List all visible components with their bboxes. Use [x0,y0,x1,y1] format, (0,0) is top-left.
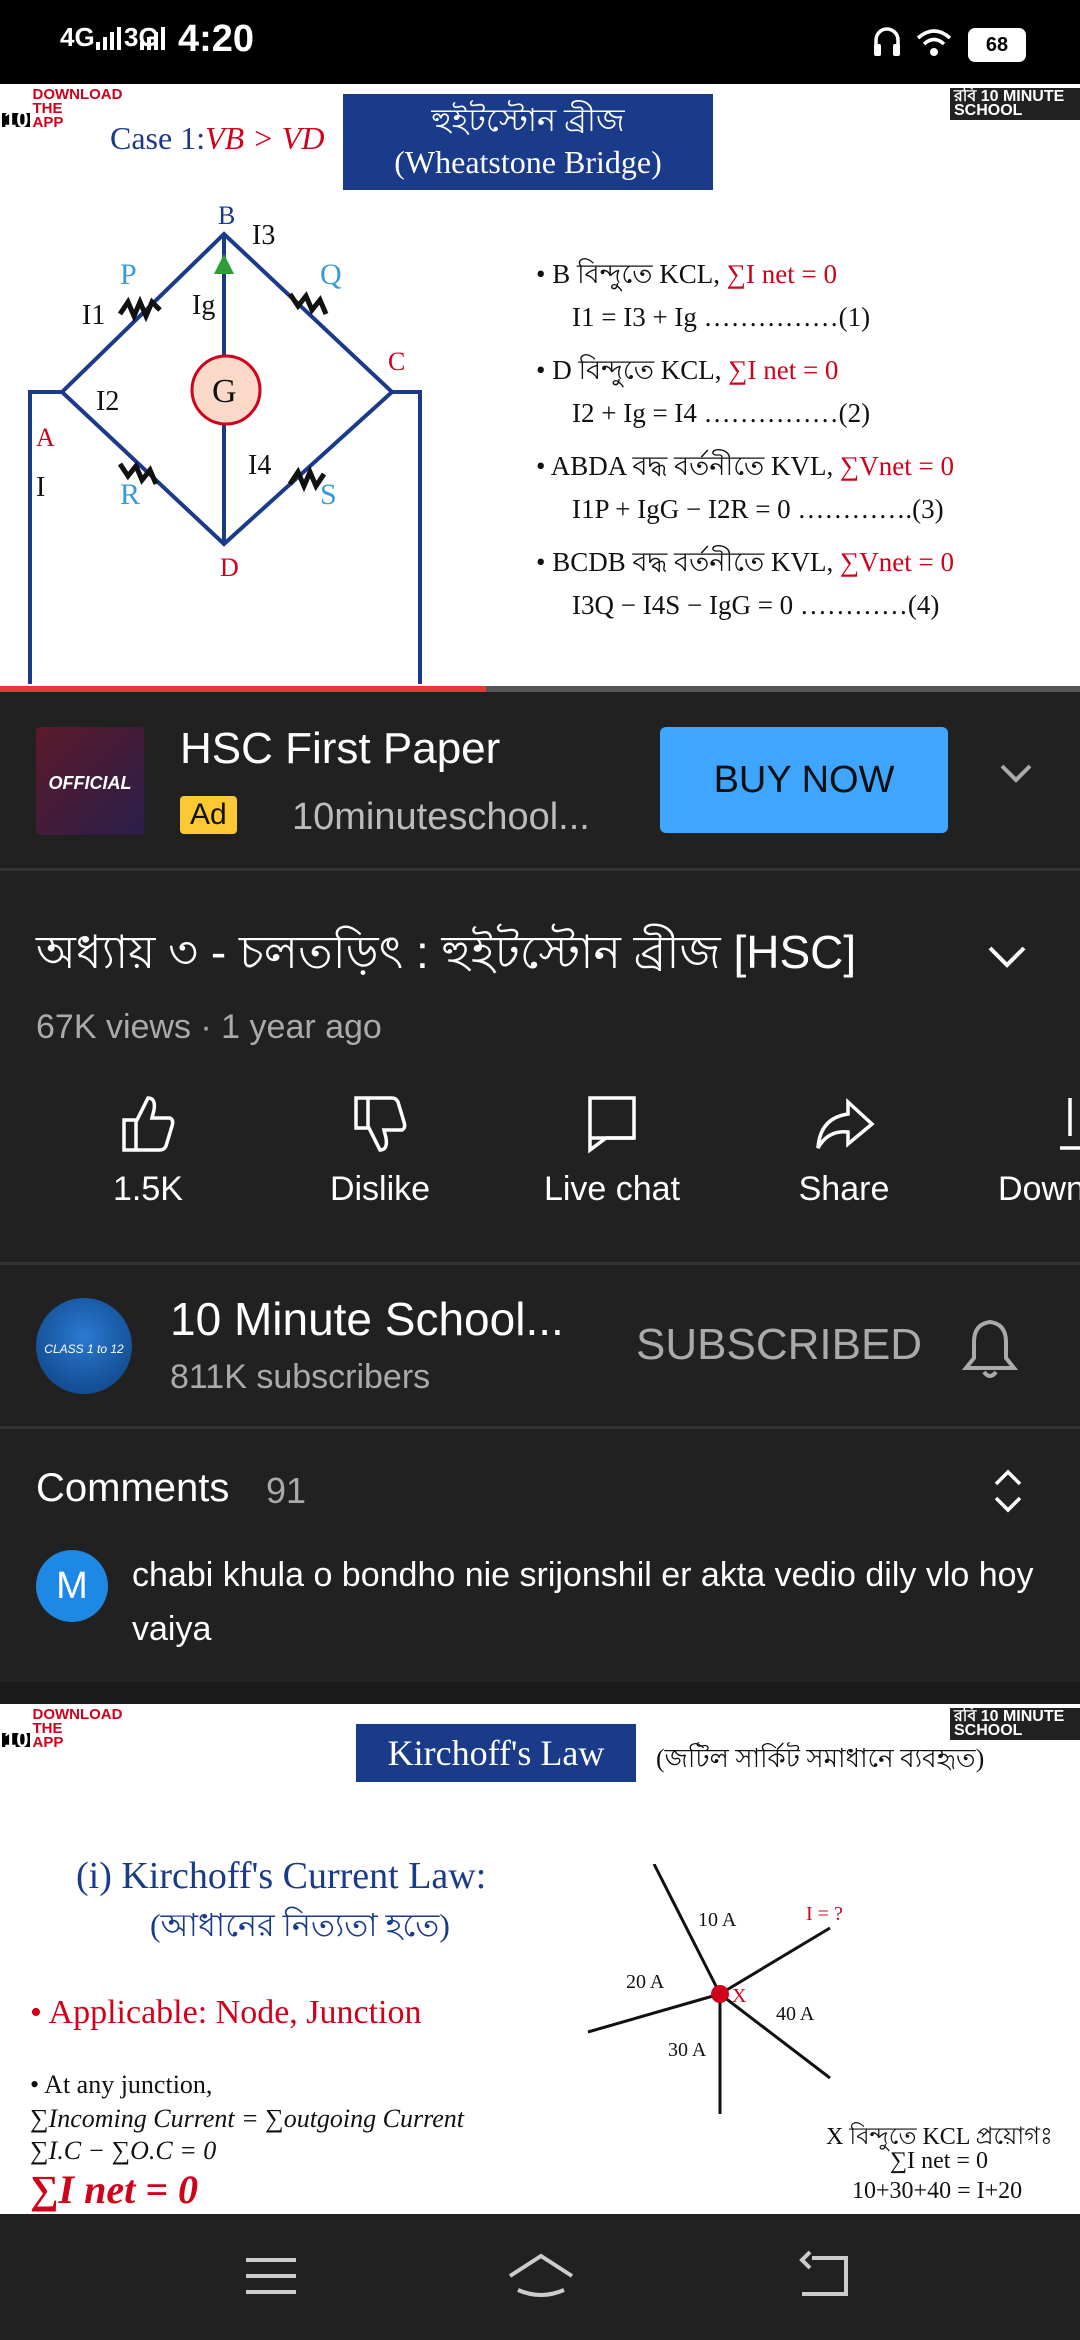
ad-title[interactable]: HSC First Paper [180,724,500,774]
current-10a-label: 10 A [698,1909,737,1931]
channel-avatar[interactable]: CLASS 1 to 12 [36,1298,132,1394]
applicable-line: • Applicable: Node, Junction [30,1994,422,2031]
formula-incoming-outgoing: ∑Incoming Current = ∑outgoing Current [30,2104,465,2133]
current-i1-label: I1 [82,300,105,331]
current-40a-label: 40 A [776,2003,815,2025]
channel-name[interactable]: 10 Minute School... [170,1292,564,1346]
slide-title: Kirchoff's Law [356,1724,636,1782]
menu-icon[interactable] [244,2254,298,2303]
headphones-icon [872,24,902,63]
node-d-label: D [220,553,239,582]
next-video-thumbnail[interactable]: 10DOWNLOAD THE APP রবি 10 MINUTE SCHOOL … [0,1704,1080,2214]
dislike-button[interactable]: Dislike [280,1092,480,1209]
comment-text[interactable]: chabi khula o bondho nie srijonshil er a… [132,1548,1042,1656]
video-meta: 67K views · 1 year ago [36,1008,382,1046]
live-chat-icon [588,1096,636,1154]
subscribed-button[interactable]: SUBSCRIBED [636,1320,922,1370]
current-i-label: I [36,472,45,503]
video-title[interactable]: অধ্যায় ৩ - চলতড়িৎ : হুইটস্টোন ব্রীজ [H… [36,920,966,984]
download-app-badge: 10DOWNLOAD THE APP [2,1706,123,1752]
expand-comments-icon[interactable] [990,1466,1026,1521]
equation-line: • BCDB বদ্ধ বর্তনীতে KVL, ∑Vnet = 0 [536,547,955,577]
resistor-r-label: R [120,478,140,511]
formula-ic-oc: ∑I.C − ∑O.C = 0 [30,2136,217,2165]
battery-indicator: 68 [968,28,1026,62]
expand-description-icon[interactable] [986,936,1028,983]
current-ig-label: Ig [192,290,215,321]
kcl-formula: ∑I net = 0 [890,2148,988,2174]
equation-line: I1P + IgG − I2R = 0 ………….(3) [572,494,944,524]
subscriber-count: 811K subscribers [170,1358,431,1396]
notification-bell-icon[interactable] [960,1316,1020,1387]
current-20a-label: 20 A [626,1971,665,1993]
download-app-badge: 10DOWNLOAD THE APP [2,86,123,132]
wifi-icon [914,26,954,63]
current-30a-label: 30 A [668,2039,707,2061]
node-b-label: B [218,201,235,230]
slide-title: হুইটস্টোন ব্রীজ (Wheatstone Bridge) [343,94,713,190]
brand-logo: রবি 10 MINUTE SCHOOL [950,88,1080,120]
equation-line: I2 + Ig = I4 ……………(2) [572,398,871,428]
junction-line: • At any junction, [30,2070,213,2099]
wheatstone-circuit-diagram: B A C D P Q R S I3 I1 Ig I2 I4 I G [28,201,422,684]
live-chat-button[interactable]: Live chat [512,1092,712,1209]
equations-list: • B বিন্দুতে KCL, ∑I net = 0 I1 = I3 + I… [536,254,1076,638]
video-player[interactable]: 10DOWNLOAD THE APP রবি 10 MINUTE SCHOOL … [0,84,1080,692]
ad-banner[interactable]: OFFICIAL HSC First Paper Ad 10minutescho… [0,692,1080,870]
system-navigation-bar [0,2214,1080,2340]
divider [0,1682,1080,1704]
resistor-p-label: P [120,258,137,291]
divider [0,1426,1080,1429]
like-icon [122,1096,175,1152]
download-button[interactable]: Down [976,1092,1080,1209]
junction-x-label: X [732,1985,747,2007]
comments-title[interactable]: Comments [36,1466,229,1511]
divider [0,1262,1080,1265]
node-c-label: C [388,347,405,376]
signal-icon [96,26,122,55]
ad-thumbnail[interactable]: OFFICIAL [36,727,144,835]
resistor-q-label: Q [320,258,342,291]
clock: 4:20 [178,18,255,60]
current-i2-label: I2 [96,386,119,417]
back-icon[interactable] [796,2250,850,2305]
resistor-s-label: S [320,478,337,511]
chevron-down-icon[interactable] [996,754,1036,794]
equation-line: • B বিন্দুতে KCL, ∑I net = 0 [536,259,837,289]
status-bar: 4G 3G 4:20 68 [0,0,1080,84]
kcl-heading-bn: (আধানের নিত্যতা হতে) [150,1907,450,1943]
equation-line: • D বিন্দুতে KCL, ∑I net = 0 [536,355,839,385]
equation-line: I3Q − I4S − IgG = 0 …………(4) [572,590,940,620]
brand-logo: রবি 10 MINUTE SCHOOL [950,1708,1080,1740]
like-button[interactable]: 1.5K [48,1092,248,1209]
slide-subtitle: (জটিল সার্কিট সমাধানে ব্যবহৃত) [656,1744,985,1773]
case-label: Case 1:VB > VD [110,120,325,156]
comments-count: 91 [266,1470,307,1511]
current-unknown-label: I = ? [806,1903,843,1925]
signal-icon-2 [140,26,166,55]
equation-line: I1 = I3 + Ig ……………(1) [572,302,871,332]
download-icon [1060,1098,1080,1150]
divider [0,868,1080,871]
current-i3-label: I3 [252,220,275,251]
home-icon[interactable] [506,2250,576,2305]
kcl-sum: 10+30+40 = I+20 [852,2178,1023,2204]
formula-inet: ∑I net = 0 [30,2167,198,2212]
kcl-heading: (i) Kirchoff's Current Law: [76,1855,487,1897]
commenter-avatar[interactable]: M [36,1550,108,1622]
node-a-label: A [36,423,55,452]
dislike-icon [354,1096,407,1152]
share-button[interactable]: Share [744,1092,944,1209]
equation-line: • ABDA বদ্ধ বর্তনীতে KVL, ∑Vnet = 0 [536,451,955,481]
current-i4-label: I4 [248,450,271,481]
galvanometer-label: G [212,373,237,410]
ad-badge: Ad [180,796,237,834]
network-4g-indicator: 4G [60,22,95,52]
buy-now-button[interactable]: BUY NOW [660,727,948,833]
share-icon [816,1098,875,1149]
ad-channel-name: 10minuteschool... [292,796,590,838]
junction-diagram: 10 A I = ? 20 A X 40 A 30 A [587,1864,843,2114]
